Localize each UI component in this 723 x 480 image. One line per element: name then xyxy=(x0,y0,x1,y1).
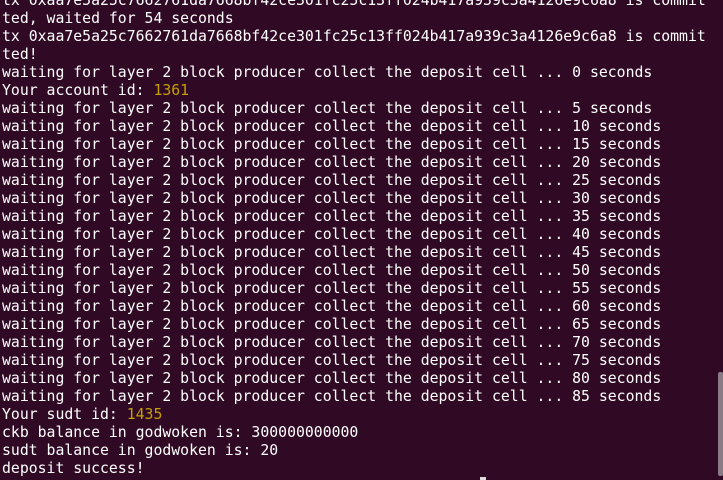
line-text: waiting for layer 2 block producer colle… xyxy=(2,190,662,207)
terminal-line: waiting for layer 2 block producer colle… xyxy=(2,262,715,280)
line-text: waiting for layer 2 block producer colle… xyxy=(2,316,662,333)
terminal-line: waiting for layer 2 block producer colle… xyxy=(2,298,715,316)
line-text: tx 0xaa7e5a25c7662761da7668bf42ce301fc25… xyxy=(2,28,706,45)
line-text: waiting for layer 2 block producer colle… xyxy=(2,244,662,261)
line-text: waiting for layer 2 block producer colle… xyxy=(2,100,653,117)
terminal-line: tx 0xaa7e5a25c7662761da7668bf42ce301fc25… xyxy=(2,28,715,46)
line-text: waiting for layer 2 block producer colle… xyxy=(2,370,662,387)
line-text: ted! xyxy=(2,46,38,63)
line-text: ted, waited for 54 seconds xyxy=(2,10,234,27)
line-text: waiting for layer 2 block producer colle… xyxy=(2,298,662,315)
sudt-id-line: Your sudt id: 1435 xyxy=(2,406,715,424)
line-text: waiting for layer 2 block producer colle… xyxy=(2,334,662,351)
terminal-line: waiting for layer 2 block producer colle… xyxy=(2,388,715,406)
terminal-line: waiting for layer 2 block producer colle… xyxy=(2,118,715,136)
terminal-line: waiting for layer 2 block producer colle… xyxy=(2,226,715,244)
terminal-line: waiting for layer 2 block producer colle… xyxy=(2,244,715,262)
terminal-output: tx 0xaa7e5a25c7662761da7668bf42ce301fc25… xyxy=(2,0,715,478)
terminal-line: ted, waited for 54 seconds xyxy=(2,10,715,28)
terminal-line: tx 0xaa7e5a25c7662761da7668bf42ce301fc25… xyxy=(2,0,715,10)
terminal-line: waiting for layer 2 block producer colle… xyxy=(2,352,715,370)
ckb-balance-line: ckb balance in godwoken is: 300000000000 xyxy=(2,424,715,442)
line-text: waiting for layer 2 block producer colle… xyxy=(2,64,653,81)
line-text: sudt balance in godwoken is: 20 xyxy=(2,442,279,459)
account-id-value: 1361 xyxy=(153,82,190,99)
line-text: tx 0xaa7e5a25c7662761da7668bf42ce301fc25… xyxy=(2,0,706,9)
terminal-line: waiting for layer 2 block producer colle… xyxy=(2,64,715,82)
terminal-line: waiting for layer 2 block producer colle… xyxy=(2,172,715,190)
line-text: waiting for layer 2 block producer colle… xyxy=(2,154,662,171)
line-text: waiting for layer 2 block producer colle… xyxy=(2,388,662,405)
terminal-line: waiting for layer 2 block producer colle… xyxy=(2,208,715,226)
terminal-line: ted! xyxy=(2,46,715,64)
account-id-line: Your account id: 1361 xyxy=(2,82,715,100)
terminal-line: waiting for layer 2 block producer colle… xyxy=(2,190,715,208)
deposit-success-line: deposit success! xyxy=(2,460,715,478)
scrollbar-thumb[interactable] xyxy=(718,372,723,476)
line-text: ckb balance in godwoken is: 300000000000 xyxy=(2,424,359,441)
line-text: Your sudt id: xyxy=(2,406,127,423)
terminal-line: waiting for layer 2 block producer colle… xyxy=(2,370,715,388)
terminal-line: waiting for layer 2 block producer colle… xyxy=(2,154,715,172)
line-text: waiting for layer 2 block producer colle… xyxy=(2,118,662,135)
line-text: waiting for layer 2 block producer colle… xyxy=(2,352,662,369)
line-text: waiting for layer 2 block producer colle… xyxy=(2,226,662,243)
line-text: deposit success! xyxy=(2,460,145,477)
terminal-line: waiting for layer 2 block producer colle… xyxy=(2,100,715,118)
line-text: waiting for layer 2 block producer colle… xyxy=(2,136,662,153)
line-text: waiting for layer 2 block producer colle… xyxy=(2,208,662,225)
terminal-line: waiting for layer 2 block producer colle… xyxy=(2,136,715,154)
terminal-line: waiting for layer 2 block producer colle… xyxy=(2,316,715,334)
sudt-balance-line: sudt balance in godwoken is: 20 xyxy=(2,442,715,460)
terminal-line: waiting for layer 2 block producer colle… xyxy=(2,280,715,298)
sudt-id-value: 1435 xyxy=(126,406,163,423)
line-text: waiting for layer 2 block producer colle… xyxy=(2,280,662,297)
line-text: waiting for layer 2 block producer colle… xyxy=(2,172,662,189)
terminal-window[interactable]: tx 0xaa7e5a25c7662761da7668bf42ce301fc25… xyxy=(0,0,723,480)
line-text: waiting for layer 2 block producer colle… xyxy=(2,262,662,279)
line-text: Your account id: xyxy=(2,82,154,99)
terminal-line: waiting for layer 2 block producer colle… xyxy=(2,334,715,352)
